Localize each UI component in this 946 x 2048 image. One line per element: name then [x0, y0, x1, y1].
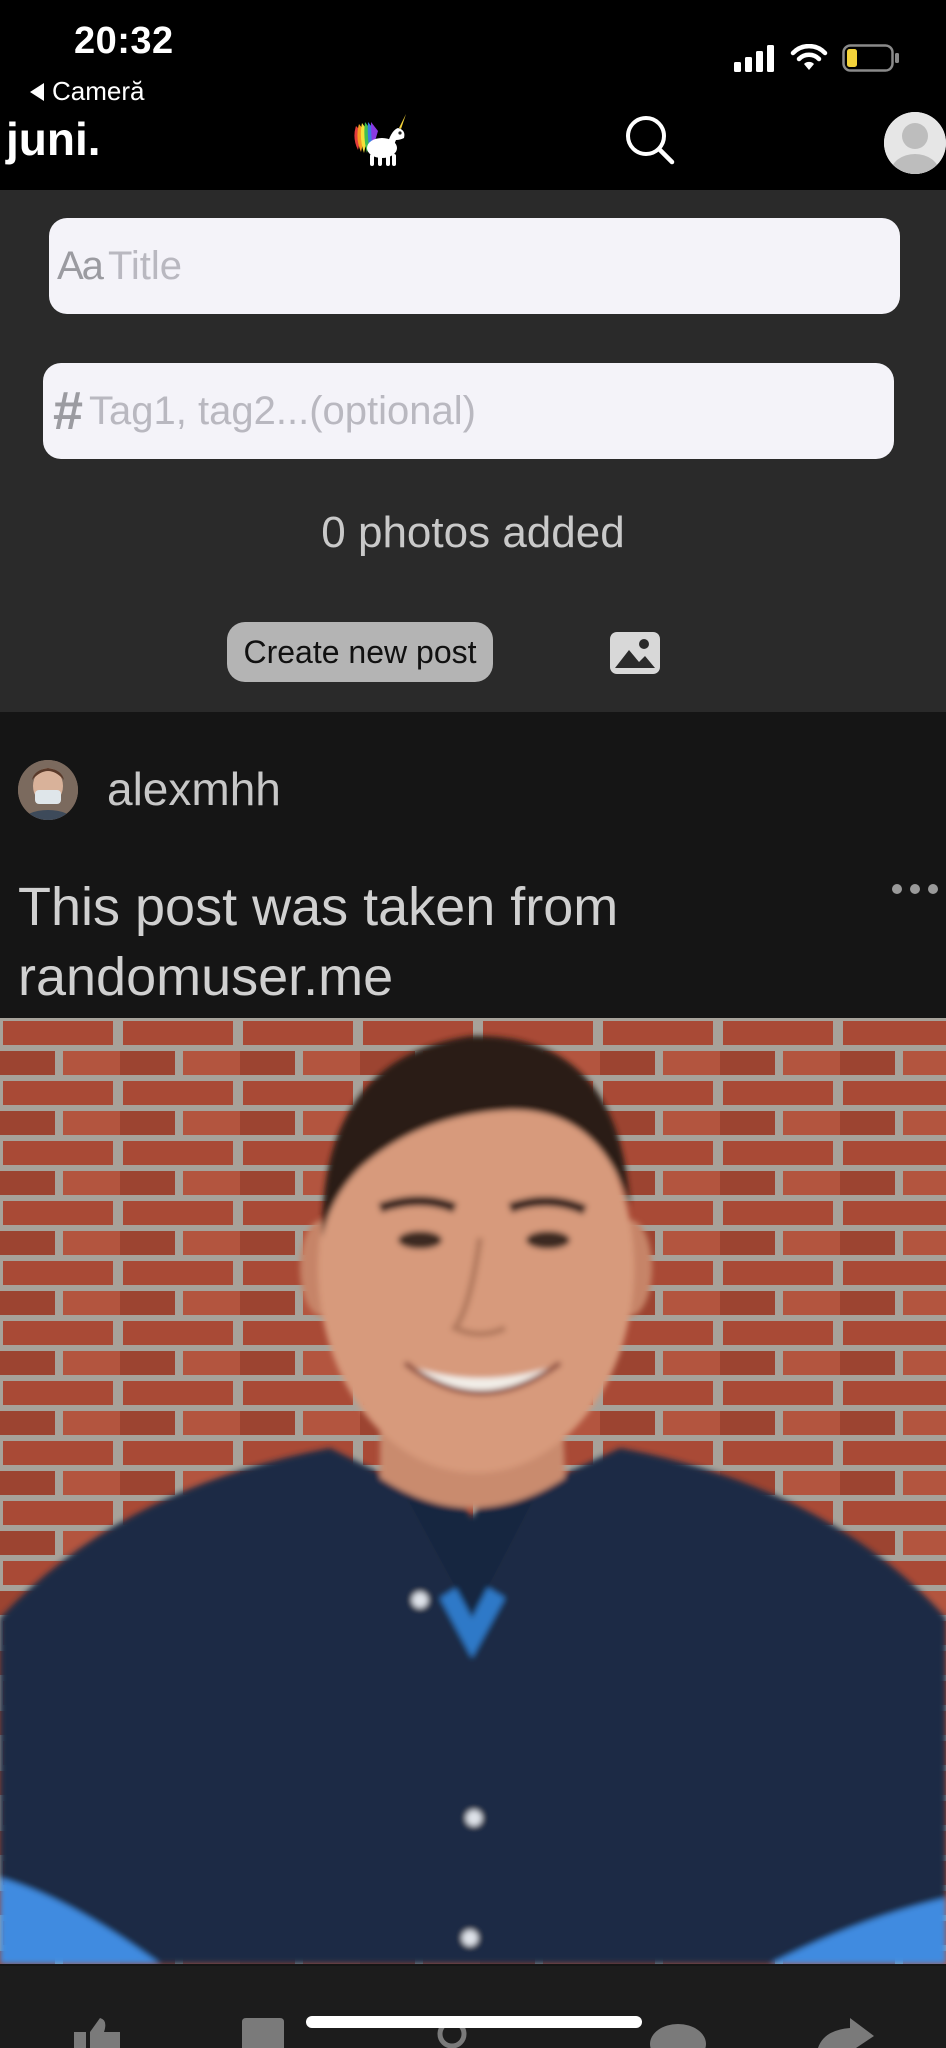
unicorn-icon[interactable]	[350, 110, 410, 170]
author-photo	[18, 760, 78, 820]
comment-icon[interactable]	[648, 2018, 708, 2048]
app-header: juni.	[0, 110, 946, 190]
avatar-icon	[884, 112, 946, 174]
search-icon[interactable]	[624, 110, 676, 170]
photos-count: 0 photos added	[321, 508, 625, 557]
text-format-icon: Aa	[57, 243, 104, 288]
signal-icon	[734, 45, 774, 72]
post-username[interactable]: alexmhh	[107, 762, 281, 816]
create-post-button[interactable]: Create new post	[227, 622, 493, 682]
profile-avatar-button[interactable]	[884, 112, 946, 174]
post-card: alexmhh This post was taken from randomu…	[0, 712, 946, 2048]
title-input[interactable]	[101, 243, 900, 289]
post-title: This post was taken from randomuser.me	[18, 877, 619, 1007]
more-icon[interactable]	[892, 884, 938, 894]
bookmark-icon[interactable]	[236, 2018, 290, 2048]
tags-field[interactable]: #	[43, 363, 894, 459]
post-author-avatar[interactable]	[18, 760, 78, 820]
status-time: 20:32	[74, 20, 174, 62]
wifi-icon	[790, 44, 828, 70]
back-arrow-icon	[30, 82, 44, 101]
battery-icon	[842, 44, 899, 72]
post-photo[interactable]	[0, 1018, 946, 1964]
like-icon[interactable]	[70, 2018, 124, 2048]
share-icon[interactable]	[816, 2018, 876, 2048]
image-icon[interactable]	[608, 630, 662, 676]
status-bar: 20:32 Cameră	[0, 0, 946, 110]
title-field[interactable]: Aa	[49, 218, 900, 314]
new-post-composer: Aa # 0 photos added Create new post	[0, 190, 946, 712]
portrait-photo	[0, 1018, 946, 1964]
status-icons	[734, 44, 900, 72]
tags-input[interactable]	[83, 388, 894, 434]
back-app-label: Cameră	[52, 76, 145, 106]
hashtag-icon: #	[53, 381, 84, 441]
app-brand[interactable]: juni.	[6, 112, 101, 166]
home-indicator[interactable]	[306, 2016, 642, 2028]
post-action-bar	[0, 1966, 946, 2048]
back-to-app-link[interactable]: Cameră	[30, 76, 144, 107]
